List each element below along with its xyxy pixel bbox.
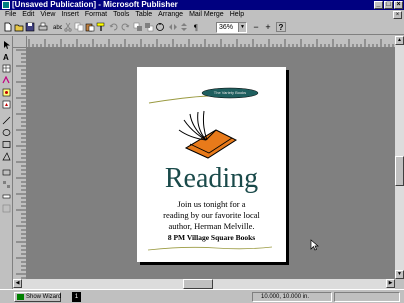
headline-text[interactable]: Reading — [137, 163, 286, 195]
table-tool-icon[interactable] — [2, 64, 11, 73]
objects-toolbar: A — [0, 36, 13, 290]
bottom-swoosh — [147, 246, 273, 251]
event-details-text[interactable]: 8 PM Village Square Books — [137, 233, 286, 243]
open-folder-icon[interactable] — [14, 22, 24, 32]
cut-icon[interactable] — [63, 22, 73, 32]
save-disk-icon[interactable] — [25, 22, 35, 32]
picture-tool-icon[interactable] — [2, 88, 11, 97]
html-code-tool-icon[interactable] — [2, 204, 11, 213]
box-tool-icon[interactable] — [2, 140, 11, 149]
maximize-button[interactable]: □ — [384, 1, 393, 9]
document-close-button[interactable]: × — [393, 11, 402, 19]
banner-label: The Variety Books — [202, 89, 258, 97]
new-document-icon[interactable] — [3, 22, 13, 32]
custom-shapes-tool-icon[interactable] — [2, 152, 11, 161]
page-navigation-button[interactable]: 1 — [72, 292, 81, 302]
body-line: author, Herman Melville. — [168, 221, 255, 231]
vertical-scrollbar[interactable]: ▲ ▼ — [395, 36, 404, 279]
menu-arrange[interactable]: Arrange — [155, 10, 186, 20]
undo-icon[interactable] — [109, 22, 119, 32]
wizard-icon — [17, 294, 24, 300]
send-to-back-icon[interactable] — [144, 22, 154, 32]
show-wizard-label: Show Wizard — [26, 294, 62, 300]
horizontal-scrollbar[interactable]: ◀ ▶ — [13, 279, 395, 289]
flip-horizontal-icon[interactable] — [168, 22, 178, 32]
clipart-tool-icon[interactable] — [2, 100, 11, 109]
print-icon[interactable] — [38, 22, 48, 32]
standard-toolbar: abc ¶ 36% ▼ − + ? — [0, 20, 404, 35]
menu-table[interactable]: Table — [132, 10, 155, 20]
zoom-value: 36% — [219, 24, 234, 31]
menu-tools[interactable]: Tools — [110, 10, 132, 20]
position-readout: 10.000, 10.000 in. — [252, 292, 332, 302]
mouse-pointer-icon — [310, 239, 319, 251]
bring-to-front-icon[interactable] — [133, 22, 143, 32]
menu-insert[interactable]: Insert — [58, 10, 82, 20]
vertical-ruler[interactable] — [13, 48, 27, 279]
wordart-tool-icon[interactable] — [2, 76, 11, 85]
pointer-tool-icon[interactable] — [2, 40, 11, 49]
horizontal-scroll-thumb[interactable] — [183, 279, 213, 289]
design-gallery-tool-icon[interactable] — [2, 180, 11, 189]
redo-icon[interactable] — [120, 22, 130, 32]
banner-text: The Variety Books — [213, 90, 247, 95]
menu-mail-merge[interactable]: Mail Merge — [186, 10, 227, 20]
minimize-button[interactable]: _ — [374, 1, 383, 9]
line-tool-icon[interactable] — [2, 116, 11, 125]
oval-tool-icon[interactable] — [2, 128, 11, 137]
zoom-in-button[interactable]: + — [263, 22, 273, 32]
spelling-icon[interactable]: abc — [52, 22, 62, 32]
scroll-right-arrow-icon[interactable]: ▶ — [386, 279, 395, 288]
ruler-origin[interactable] — [13, 36, 27, 48]
menu-edit[interactable]: Edit — [19, 10, 37, 20]
rotate-icon[interactable] — [155, 22, 165, 32]
form-control-tool-icon[interactable] — [2, 192, 11, 201]
window-title: [Unsaved Publication] - Microsoft Publis… — [12, 0, 178, 9]
copy-icon[interactable] — [74, 22, 84, 32]
show-special-characters-icon[interactable]: ¶ — [192, 22, 202, 32]
scroll-left-arrow-icon[interactable]: ◀ — [13, 279, 22, 288]
format-painter-icon[interactable] — [96, 22, 106, 32]
status-bar: Show Wizard 1 10.000, 10.000 in. — [0, 289, 404, 303]
scroll-up-arrow-icon[interactable]: ▲ — [395, 36, 404, 45]
svg-text:abc: abc — [53, 25, 62, 31]
window-controls: _ □ × — [374, 1, 403, 9]
flip-vertical-icon[interactable] — [179, 22, 189, 32]
svg-text:A: A — [3, 53, 9, 61]
menu-file[interactable]: File — [2, 10, 19, 20]
scroll-down-arrow-icon[interactable]: ▼ — [395, 270, 404, 279]
help-button[interactable]: ? — [276, 22, 286, 32]
size-readout — [334, 292, 400, 302]
vertical-scroll-thumb[interactable] — [395, 156, 404, 186]
text-tool-icon[interactable]: A — [2, 52, 11, 61]
body-text-frame[interactable]: Join us tonight for a reading by our fav… — [137, 199, 286, 232]
paste-icon[interactable] — [85, 22, 95, 32]
show-wizard-button[interactable]: Show Wizard — [14, 292, 61, 302]
zoom-out-button[interactable]: − — [251, 22, 261, 32]
menu-bar: File Edit View Insert Format Tools Table… — [0, 10, 404, 20]
horizontal-ruler-ticks — [28, 39, 394, 47]
title-bar: [Unsaved Publication] - Microsoft Publis… — [0, 0, 404, 10]
horizontal-ruler[interactable] — [27, 36, 395, 48]
publisher-app-icon[interactable] — [2, 1, 10, 9]
chevron-down-icon[interactable]: ▼ — [238, 23, 246, 32]
zoom-field[interactable]: 36% ▼ — [216, 22, 247, 33]
body-line: reading by our favorite local — [163, 210, 260, 220]
menu-format[interactable]: Format — [82, 10, 110, 20]
menu-help[interactable]: Help — [227, 10, 247, 20]
close-button[interactable]: × — [394, 1, 403, 9]
ole-object-tool-icon[interactable] — [2, 168, 11, 177]
menu-view[interactable]: View — [37, 10, 58, 20]
body-line: Join us tonight for a — [177, 199, 246, 209]
scrollbar-corner — [395, 279, 404, 289]
book-clipart[interactable] — [176, 110, 242, 160]
vertical-ruler-ticks — [16, 49, 26, 279]
svg-text:¶: ¶ — [194, 23, 198, 32]
